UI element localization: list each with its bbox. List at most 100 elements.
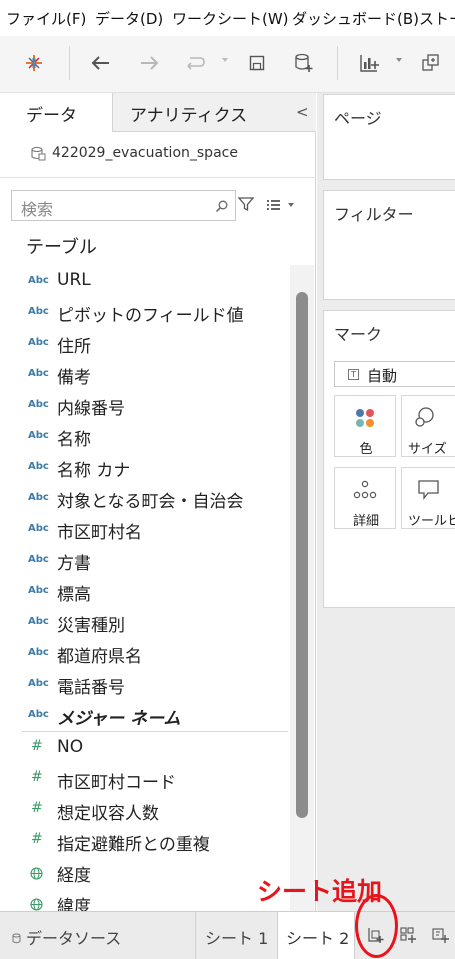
number-type-icon: # bbox=[31, 800, 43, 816]
size-label: サイズ bbox=[408, 442, 447, 457]
forward-arrow-icon[interactable] bbox=[132, 46, 166, 80]
string-type-icon: Abc bbox=[28, 678, 49, 689]
tooltip-label: ツールヒント bbox=[408, 514, 455, 529]
menu-worksheet[interactable]: ワークシート(W) bbox=[172, 8, 289, 29]
field-name: URL bbox=[57, 270, 91, 290]
field-item[interactable]: Abc 備考 bbox=[0, 358, 290, 389]
pages-card[interactable]: ページ bbox=[323, 94, 455, 180]
filters-card[interactable]: フィルター bbox=[323, 190, 455, 300]
filters-title: フィルター bbox=[334, 205, 414, 224]
new-worksheet-icon[interactable] bbox=[353, 46, 387, 80]
tab-analytics[interactable]: アナリティクス bbox=[112, 93, 316, 132]
field-item[interactable]: # 市区町村コード bbox=[0, 763, 290, 794]
field-item[interactable]: Abc メジャー ネーム bbox=[0, 699, 290, 730]
size-icon bbox=[412, 406, 438, 434]
field-item[interactable]: Abc URL bbox=[0, 265, 290, 296]
search-icon[interactable] bbox=[215, 198, 229, 217]
field-item[interactable]: # 指定避難所との重複 bbox=[0, 825, 290, 856]
field-name: 名称 カナ bbox=[57, 461, 131, 481]
tables-header: テーブル bbox=[26, 237, 97, 258]
field-item[interactable]: Abc 市区町村名 bbox=[0, 513, 290, 544]
field-name: 備考 bbox=[57, 368, 91, 388]
search-row: 検索 bbox=[0, 177, 316, 229]
field-item[interactable]: Abc 名称 カナ bbox=[0, 451, 290, 482]
field-item[interactable]: Abc 住所 bbox=[0, 327, 290, 358]
field-item[interactable]: Abc 災害種別 bbox=[0, 606, 290, 637]
view-options-icon[interactable] bbox=[266, 197, 296, 216]
redo-icon[interactable] bbox=[178, 46, 212, 80]
color-button[interactable]: 色 bbox=[334, 395, 396, 457]
menu-dashboard[interactable]: ダッシュボード(B) bbox=[292, 8, 419, 29]
search-input[interactable]: 検索 bbox=[11, 190, 236, 221]
tab-data[interactable]: データ bbox=[0, 93, 112, 132]
field-name: 市区町村名 bbox=[57, 523, 142, 543]
field-name: 経度 bbox=[57, 866, 91, 886]
string-type-icon: Abc bbox=[28, 616, 49, 627]
new-datasource-icon[interactable] bbox=[287, 46, 321, 80]
menu-bar: ファイル(F) データ(D) ワークシート(W) ダッシュボード(B) ストー bbox=[0, 0, 455, 36]
detail-icon bbox=[352, 478, 378, 506]
string-type-icon: Abc bbox=[28, 709, 49, 720]
color-label: 色 bbox=[359, 442, 373, 457]
field-name: 災害種別 bbox=[57, 616, 125, 636]
field-item[interactable]: Abc 名称 bbox=[0, 420, 290, 451]
number-type-icon: # bbox=[31, 769, 43, 785]
field-item[interactable]: Abc 方書 bbox=[0, 544, 290, 575]
field-item[interactable]: Abc 標高 bbox=[0, 575, 290, 606]
field-name: 方書 bbox=[57, 554, 91, 574]
marks-card: マーク T 自動 色 サイズ 詳細 ツールヒント bbox=[323, 310, 455, 608]
string-type-icon: Abc bbox=[28, 275, 49, 286]
number-type-icon: # bbox=[31, 831, 43, 847]
globe-icon bbox=[30, 865, 43, 884]
field-name: 内線番号 bbox=[57, 399, 125, 419]
field-item[interactable]: # NO bbox=[0, 732, 290, 763]
auto-mark-icon: T bbox=[348, 369, 359, 380]
duplicate-sheet-icon[interactable] bbox=[414, 46, 448, 80]
tooltip-button[interactable]: ツールヒント bbox=[401, 467, 455, 529]
menu-data[interactable]: データ(D) bbox=[95, 8, 163, 29]
field-item[interactable]: Abc ピボットのフィールド値 bbox=[0, 296, 290, 327]
string-type-icon: Abc bbox=[28, 337, 49, 348]
data-pane-tabs: データ アナリティクス < bbox=[0, 93, 316, 132]
marks-title: マーク bbox=[334, 325, 383, 344]
menu-story[interactable]: ストー bbox=[419, 8, 455, 29]
datasource-row[interactable]: 422029_evacuation_space bbox=[0, 132, 316, 177]
new-worksheet-dropdown-caret[interactable] bbox=[396, 58, 402, 62]
field-item[interactable]: Abc 都道府県名 bbox=[0, 637, 290, 668]
string-type-icon: Abc bbox=[28, 461, 49, 472]
string-type-icon: Abc bbox=[28, 554, 49, 565]
string-type-icon: Abc bbox=[28, 430, 49, 441]
tab-datasource[interactable]: データソース bbox=[0, 912, 195, 959]
tab-sheet-1[interactable]: シート 1 bbox=[195, 912, 277, 959]
new-story-tab-icon[interactable] bbox=[431, 926, 449, 948]
mark-type-dropdown[interactable]: T 自動 bbox=[334, 361, 455, 387]
menu-file[interactable]: ファイル(F) bbox=[6, 8, 86, 29]
detail-button[interactable]: 詳細 bbox=[334, 467, 396, 529]
filter-icon[interactable] bbox=[237, 195, 255, 217]
tab-sheet-2[interactable]: シート 2 bbox=[277, 912, 355, 959]
field-name: 標高 bbox=[57, 585, 91, 605]
back-arrow-icon[interactable] bbox=[84, 46, 118, 80]
search-placeholder: 検索 bbox=[21, 200, 54, 219]
field-name: 市区町村コード bbox=[57, 773, 176, 793]
size-button[interactable]: サイズ bbox=[401, 395, 455, 457]
toolbar-separator bbox=[69, 46, 70, 80]
scrollbar-thumb[interactable] bbox=[296, 292, 308, 818]
tableau-logo-icon[interactable] bbox=[17, 46, 51, 80]
field-item[interactable]: Abc 対象となる町会・自治会 bbox=[0, 482, 290, 513]
redo-dropdown-caret[interactable] bbox=[222, 58, 228, 62]
field-name: 指定避難所との重複 bbox=[57, 835, 210, 855]
field-item[interactable]: # 想定収容人数 bbox=[0, 794, 290, 825]
save-icon[interactable] bbox=[240, 46, 274, 80]
toolbar bbox=[0, 36, 455, 93]
new-dashboard-tab-icon[interactable] bbox=[399, 926, 417, 948]
field-item[interactable]: Abc 内線番号 bbox=[0, 389, 290, 420]
detail-label: 詳細 bbox=[352, 514, 379, 529]
field-name: 住所 bbox=[57, 337, 91, 357]
string-type-icon: Abc bbox=[28, 492, 49, 503]
field-item[interactable]: Abc 電話番号 bbox=[0, 668, 290, 699]
string-type-icon: Abc bbox=[28, 647, 49, 658]
field-item[interactable]: 経度 bbox=[0, 856, 290, 887]
datasource-name: 422029_evacuation_space bbox=[52, 145, 238, 161]
collapse-pane-icon[interactable]: < bbox=[296, 103, 309, 121]
